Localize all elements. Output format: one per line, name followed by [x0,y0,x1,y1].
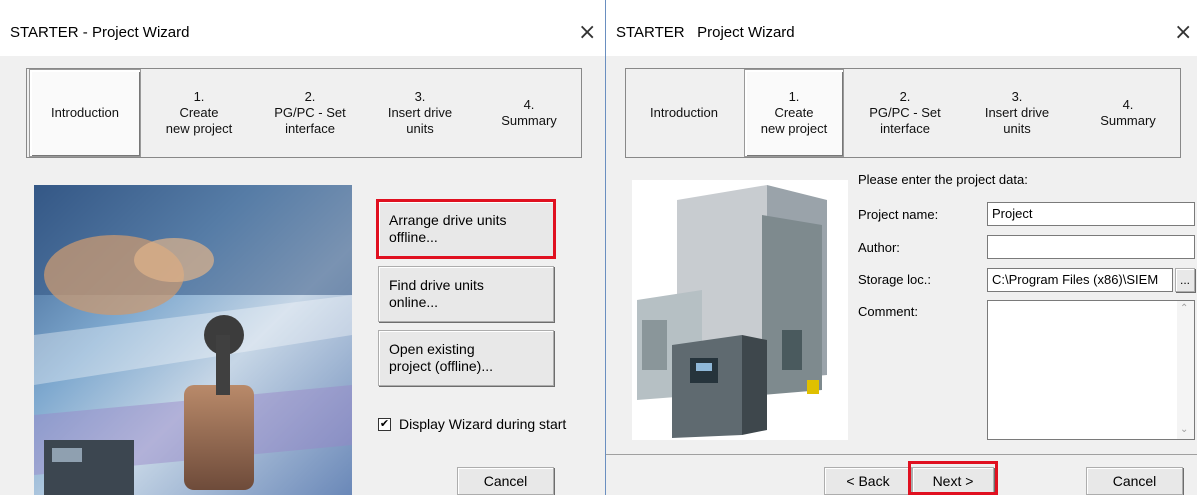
project-name-input[interactable]: Project [987,202,1195,226]
storage-location-label: Storage loc.: [858,272,931,287]
author-label: Author: [858,240,900,255]
author-input[interactable] [987,235,1195,259]
title-bar: STARTER Project Wizard × [606,0,1197,56]
tab-introduction[interactable]: Introduction [29,69,141,157]
scroll-down-icon[interactable]: ⌄ [1180,424,1188,435]
window-title: STARTER Project Wizard [616,24,795,41]
tab-create-project[interactable]: 1. Create new project [145,69,253,157]
tab-set-interface[interactable]: 2. PG/PC - Set interface [850,69,960,157]
tab-introduction[interactable]: Introduction [628,69,740,157]
wizard-steps: Introduction 1. Create new project 2. PG… [625,68,1181,158]
display-wizard-checkbox[interactable]: ✔ [378,418,391,431]
window-title: STARTER - Project Wizard [10,24,190,41]
tab-create-project[interactable]: 1. Create new project [744,69,844,157]
drive-units-image [632,180,848,440]
comment-label: Comment: [858,304,918,319]
tab-insert-drive-units[interactable]: 3. Insert drive units [962,69,1072,157]
tab-insert-drive-units[interactable]: 3. Insert drive units [365,69,475,157]
tab-summary[interactable]: 4. Summary [477,69,581,157]
wizard-illustration [34,185,352,495]
back-button[interactable]: < Back [824,467,912,495]
find-online-button[interactable]: Find drive units online... [378,266,554,322]
highlight-box [908,461,998,495]
wizard-window-create: STARTER Project Wizard × Introduction 1.… [606,0,1197,495]
comment-scrollbar[interactable] [1177,301,1194,439]
scroll-up-icon[interactable]: ⌃ [1180,303,1188,314]
wizard-window-intro: STARTER - Project Wizard × Introduction … [0,0,606,495]
browse-button[interactable]: ... [1175,268,1195,292]
comment-textarea[interactable] [987,300,1195,440]
footer-divider [606,454,1197,455]
highlight-box [376,199,556,259]
tab-summary[interactable]: 4. Summary [1076,69,1180,157]
display-wizard-label: Display Wizard during start [399,416,567,432]
storage-location-input[interactable]: C:\Program Files (x86)\SIEM [987,268,1173,292]
tab-set-interface[interactable]: 2. PG/PC - Set interface [255,69,365,157]
title-bar: STARTER - Project Wizard × [0,0,605,56]
cancel-button[interactable]: Cancel [1086,467,1183,495]
wizard-steps: Introduction 1. Create new project 2. PG… [26,68,582,158]
close-icon[interactable]: × [578,20,596,45]
form-heading: Please enter the project data: [858,172,1028,187]
project-name-label: Project name: [858,207,939,222]
close-icon[interactable]: × [1174,20,1192,45]
cancel-button[interactable]: Cancel [457,467,554,495]
open-existing-button[interactable]: Open existing project (offline)... [378,330,554,386]
